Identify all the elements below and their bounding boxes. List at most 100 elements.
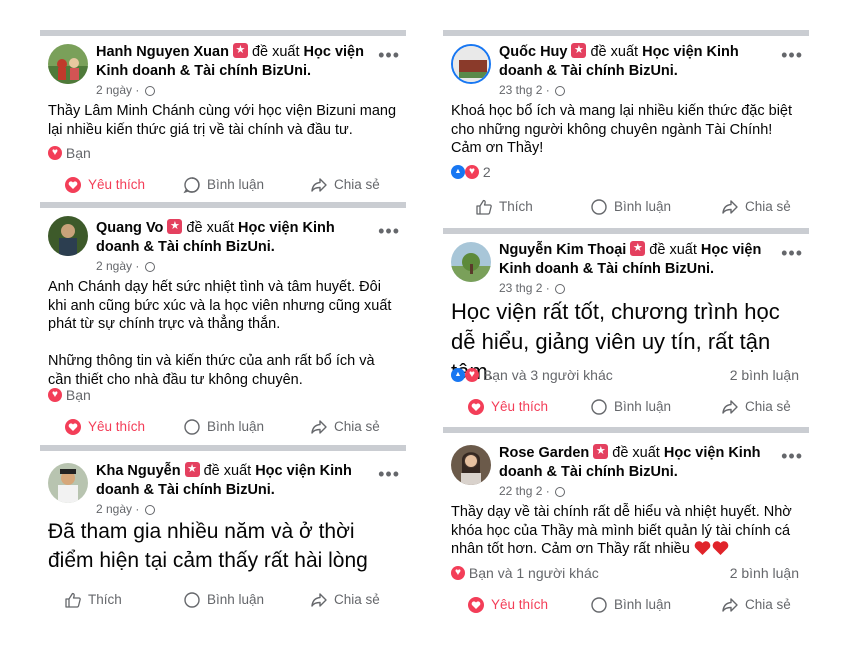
reaction-summary[interactable]: Bạn — [48, 386, 396, 404]
avatar[interactable] — [48, 44, 88, 84]
love-button[interactable]: Yêu thích — [64, 416, 145, 438]
red-hearts-emoji-icon — [694, 540, 729, 556]
more-options-button[interactable]: ••• — [378, 46, 400, 64]
comment-label: Bình luận — [614, 399, 672, 414]
love-label: Yêu thích — [491, 399, 549, 414]
comment-icon — [590, 596, 608, 614]
reaction-summary[interactable]: Bạn và 1 người khác 2 bình luận — [451, 564, 799, 582]
recommend-verb: đề xuất — [649, 242, 697, 258]
comment-button[interactable]: Bình luận — [590, 196, 671, 218]
comment-button[interactable]: Bình luận — [183, 589, 264, 611]
recommend-badge-icon — [232, 42, 248, 58]
recommendation-post: Rose Gardenđề xuất Học viện Kinh doanh &… — [443, 433, 809, 628]
action-bar: Thích Bình luận Chia sẻ — [443, 196, 809, 218]
recommend-badge-icon — [630, 240, 646, 256]
comment-button[interactable]: Bình luận — [183, 416, 264, 438]
post-text: Anh Chánh dạy hết sức nhiệt tình và tâm … — [48, 279, 392, 388]
comment-button[interactable]: Bình luận — [590, 594, 671, 616]
post-text: Thầy dạy về tài chính rất dễ hiểu và nhi… — [451, 503, 801, 559]
recommend-badge-icon — [593, 443, 609, 459]
action-bar: Thích Bình luận Chia sẻ — [40, 589, 406, 611]
love-filled-icon — [467, 398, 485, 416]
timestamp[interactable]: 22 thg 2 · — [499, 484, 550, 498]
more-options-button[interactable]: ••• — [378, 222, 400, 240]
author-name[interactable]: Quốc Huy — [499, 44, 567, 60]
avatar[interactable] — [451, 242, 491, 282]
post-meta: 23 thg 2 · — [499, 83, 566, 97]
share-button[interactable]: Chia sẻ — [310, 174, 380, 196]
share-icon — [721, 596, 739, 614]
love-button[interactable]: Yêu thích — [64, 174, 145, 196]
comment-label: Bình luận — [207, 592, 265, 607]
avatar[interactable] — [48, 216, 88, 256]
reaction-summary[interactable]: Bạn và 3 người khác 2 bình luận — [451, 366, 799, 384]
like-reaction-icon — [451, 367, 465, 382]
more-options-button[interactable]: ••• — [378, 465, 400, 483]
share-label: Chia sẻ — [745, 199, 791, 214]
post-header: Hanh Nguyen Xuanđề xuất Học viện Kinh do… — [96, 42, 372, 81]
comment-label: Bình luận — [614, 597, 672, 612]
post-meta: 23 thg 2 · — [499, 281, 566, 295]
reaction-text: Bạn và 1 người khác — [468, 565, 599, 581]
comment-button[interactable]: Bình luận — [590, 396, 671, 418]
globe-icon — [555, 487, 566, 497]
like-button[interactable]: Thích — [475, 196, 533, 218]
action-bar: Yêu thích Bình luận Chia sẻ — [443, 594, 809, 616]
more-options-button[interactable]: ••• — [781, 447, 803, 465]
reaction-summary[interactable]: Bạn — [48, 144, 396, 162]
author-name[interactable]: Hanh Nguyen Xuan — [96, 44, 229, 60]
author-name[interactable]: Quang Vo — [96, 220, 163, 236]
like-button[interactable]: Thích — [64, 589, 122, 611]
comment-count[interactable]: 2 bình luận — [730, 366, 799, 384]
reaction-count: 2 — [482, 164, 491, 180]
share-button[interactable]: Chia sẻ — [721, 196, 791, 218]
more-options-button[interactable]: ••• — [781, 244, 803, 262]
comment-label: Bình luận — [207, 177, 265, 192]
comment-icon — [590, 198, 608, 216]
post-meta: 2 ngày · — [96, 83, 155, 97]
reaction-text: Bạn — [65, 145, 91, 161]
recommendation-post: Hanh Nguyen Xuanđề xuất Học viện Kinh do… — [40, 36, 406, 201]
avatar[interactable] — [451, 445, 491, 485]
author-name[interactable]: Nguyễn Kim Thoại — [499, 242, 626, 258]
globe-icon — [555, 86, 566, 96]
author-name[interactable]: Rose Garden — [499, 445, 589, 461]
share-label: Chia sẻ — [745, 597, 791, 612]
love-button[interactable]: Yêu thích — [467, 396, 548, 418]
reaction-summary[interactable]: 2 — [451, 163, 799, 181]
globe-icon — [144, 505, 155, 515]
recommend-verb: đề xuất — [186, 220, 234, 236]
comment-button[interactable]: Bình luận — [183, 174, 264, 196]
love-button[interactable]: Yêu thích — [467, 594, 548, 616]
comment-count[interactable]: 2 bình luận — [730, 564, 799, 582]
timestamp[interactable]: 2 ngày · — [96, 502, 139, 516]
author-name[interactable]: Kha Nguyễn — [96, 463, 181, 479]
thumbs-up-icon — [64, 591, 82, 609]
action-bar: Yêu thích Bình luận Chia sẻ — [443, 396, 809, 418]
recommendation-post: Kha Nguyễnđề xuất Học viện Kinh doanh & … — [40, 451, 406, 621]
avatar[interactable] — [451, 44, 491, 84]
share-button[interactable]: Chia sẻ — [310, 416, 380, 438]
timestamp[interactable]: 2 ngày · — [96, 259, 139, 273]
post-header: Rose Gardenđề xuất Học viện Kinh doanh &… — [499, 443, 775, 482]
globe-icon — [144, 86, 155, 96]
timestamp[interactable]: 23 thg 2 · — [499, 281, 550, 295]
love-label: Yêu thích — [88, 177, 146, 192]
thumbs-up-icon — [475, 198, 493, 216]
more-options-button[interactable]: ••• — [781, 46, 803, 64]
share-button[interactable]: Chia sẻ — [721, 396, 791, 418]
post-header: Nguyễn Kim Thoạiđề xuất Học viện Kinh do… — [499, 240, 775, 279]
share-button[interactable]: Chia sẻ — [310, 589, 380, 611]
like-label: Thích — [88, 592, 122, 607]
share-button[interactable]: Chia sẻ — [721, 594, 791, 616]
share-label: Chia sẻ — [334, 419, 380, 434]
love-reaction-icon — [48, 387, 62, 402]
globe-icon — [555, 284, 566, 294]
avatar[interactable] — [48, 463, 88, 503]
post-header: Quang Vođề xuất Học viện Kinh doanh & Tà… — [96, 218, 372, 257]
recommend-badge-icon — [571, 42, 587, 58]
share-icon — [310, 418, 328, 436]
post-header: Kha Nguyễnđề xuất Học viện Kinh doanh & … — [96, 461, 372, 500]
timestamp[interactable]: 23 thg 2 · — [499, 83, 550, 97]
timestamp[interactable]: 2 ngày · — [96, 83, 139, 97]
